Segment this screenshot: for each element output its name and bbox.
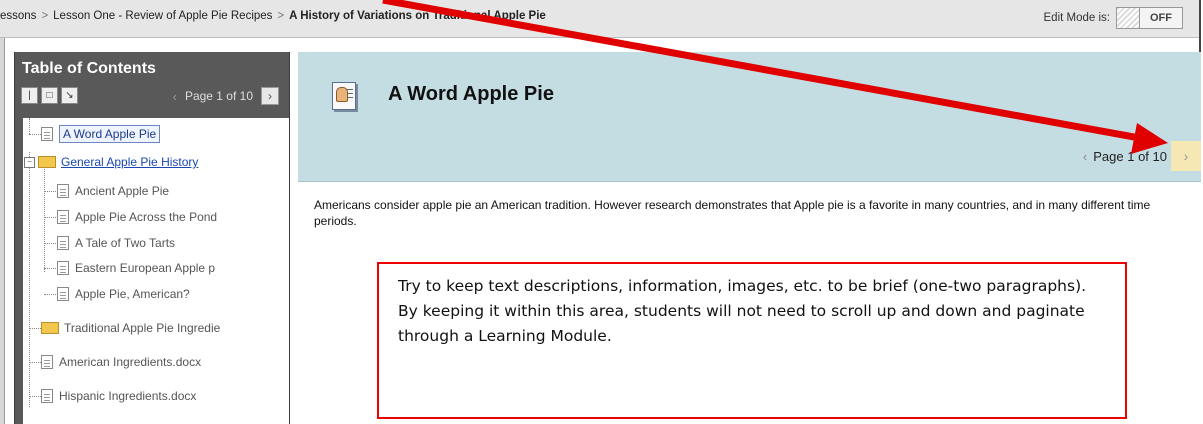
- tree-line: [29, 328, 41, 329]
- toc-item[interactable]: Apple Pie, American?: [57, 284, 190, 304]
- toc-folder[interactable]: Traditional Apple Pie Ingredie: [41, 318, 220, 338]
- page-title: A Word Apple Pie: [388, 83, 554, 105]
- toc-folder[interactable]: − General Apple Pie History: [24, 152, 198, 172]
- toc-item-label: Eastern European Apple p: [75, 261, 216, 275]
- content-pager: ‹ Page 1 of 10 ›: [1083, 141, 1201, 171]
- tree-line: [44, 191, 56, 192]
- prev-page-icon[interactable]: ‹: [1083, 149, 1087, 164]
- table-of-contents-panel: Table of Contents | □ ↘ ‹ Page 1 of 10 ›…: [14, 52, 290, 424]
- breadcrumb-separator: >: [41, 10, 49, 22]
- next-page-button[interactable]: ›: [1171, 141, 1201, 171]
- tree-line: [29, 134, 41, 135]
- toggle-hatch: [1117, 8, 1140, 28]
- document-icon: [57, 236, 69, 250]
- toc-page-label: Page 1 of 10: [184, 89, 253, 103]
- toc-item[interactable]: Apple Pie Across the Pond: [57, 207, 217, 227]
- document-icon: [41, 355, 53, 369]
- toc-item-label: A Tale of Two Tarts: [75, 236, 176, 250]
- icon-line: [347, 93, 353, 94]
- toc-title: Table of Contents: [22, 60, 156, 77]
- toc-pager: ‹ Page 1 of 10 ›: [173, 87, 279, 105]
- tree-line: [44, 166, 45, 272]
- tree-line: [29, 118, 30, 134]
- icon-line: [347, 97, 353, 98]
- breadcrumb: essons > Lesson One - Review of Apple Pie …: [0, 10, 546, 22]
- toc-toolbar: | □ ↘: [21, 87, 78, 104]
- document-icon: [41, 127, 53, 141]
- edit-mode-toggle[interactable]: OFF: [1116, 7, 1183, 29]
- edit-mode-label: Edit Mode is:: [1043, 12, 1110, 24]
- toc-item-label: A Word Apple Pie: [59, 125, 161, 143]
- breadcrumb-item-lessons[interactable]: essons: [0, 10, 36, 22]
- content-page-label: Page 1 of 10: [1093, 148, 1167, 164]
- tree-line: [29, 396, 41, 397]
- toc-item[interactable]: Eastern European Apple p: [57, 258, 215, 278]
- annotation-box: Try to keep text descriptions, informati…: [377, 262, 1127, 419]
- folder-icon: [38, 156, 56, 168]
- folder-icon: [41, 322, 59, 334]
- toc-item-label: Traditional Apple Pie Ingredie: [64, 321, 221, 335]
- breadcrumb-item-current: A History of Variations on Traditional A…: [289, 10, 546, 22]
- tree-line: [44, 294, 56, 295]
- content-header: A Word Apple Pie ‹ Page 1 of 10 ›: [298, 52, 1201, 182]
- document-icon: [41, 389, 53, 403]
- tree-line: [44, 243, 56, 244]
- toc-item[interactable]: Hispanic Ingredients.docx: [41, 386, 196, 406]
- toc-item-label: Apple Pie, American?: [75, 287, 190, 301]
- toc-item[interactable]: Ancient Apple Pie: [57, 181, 169, 201]
- left-edge-strip: [0, 38, 5, 424]
- next-page-icon[interactable]: ›: [261, 87, 279, 105]
- expand-all-icon[interactable]: □: [41, 87, 58, 104]
- page-body-text: Americans consider apple pie an American…: [314, 198, 1151, 228]
- edit-mode-state: OFF: [1140, 8, 1182, 28]
- page-document-icon: [332, 82, 356, 110]
- edit-mode: Edit Mode is: OFF: [1044, 7, 1183, 29]
- tree-line: [44, 268, 56, 269]
- toc-tree: A Word Apple Pie − General Apple Pie His…: [23, 118, 289, 424]
- toc-item[interactable]: A Tale of Two Tarts: [57, 233, 175, 253]
- prev-page-icon[interactable]: ‹: [173, 89, 177, 104]
- toc-item[interactable]: A Word Apple Pie: [41, 124, 161, 144]
- tree-line: [29, 152, 30, 407]
- breadcrumb-separator: >: [277, 10, 285, 22]
- tree-line: [29, 362, 41, 363]
- go-to-icon[interactable]: ↘: [61, 87, 78, 104]
- top-bar: essons > Lesson One - Review of Apple Pie …: [0, 0, 1199, 38]
- breadcrumb-item-lesson-one[interactable]: Lesson One - Review of Apple Pie Recipes: [53, 10, 272, 22]
- icon-line: [347, 89, 353, 90]
- document-icon: [57, 287, 69, 301]
- collapse-icon[interactable]: −: [24, 156, 35, 168]
- document-icon: [57, 210, 69, 224]
- toc-item-label: Ancient Apple Pie: [75, 184, 170, 198]
- toc-item-label: General Apple Pie History: [61, 155, 199, 169]
- toc-item-label: Apple Pie Across the Pond: [75, 210, 218, 224]
- toc-item-label: American Ingredients.docx: [59, 355, 202, 369]
- toc-item-label: Hispanic Ingredients.docx: [59, 389, 197, 403]
- toc-item[interactable]: American Ingredients.docx: [41, 352, 201, 372]
- tree-line: [44, 217, 56, 218]
- document-icon: [57, 184, 69, 198]
- collapse-all-icon[interactable]: |: [21, 87, 38, 104]
- annotation-text: Try to keep text descriptions, informati…: [398, 277, 1087, 345]
- document-icon: [57, 261, 69, 275]
